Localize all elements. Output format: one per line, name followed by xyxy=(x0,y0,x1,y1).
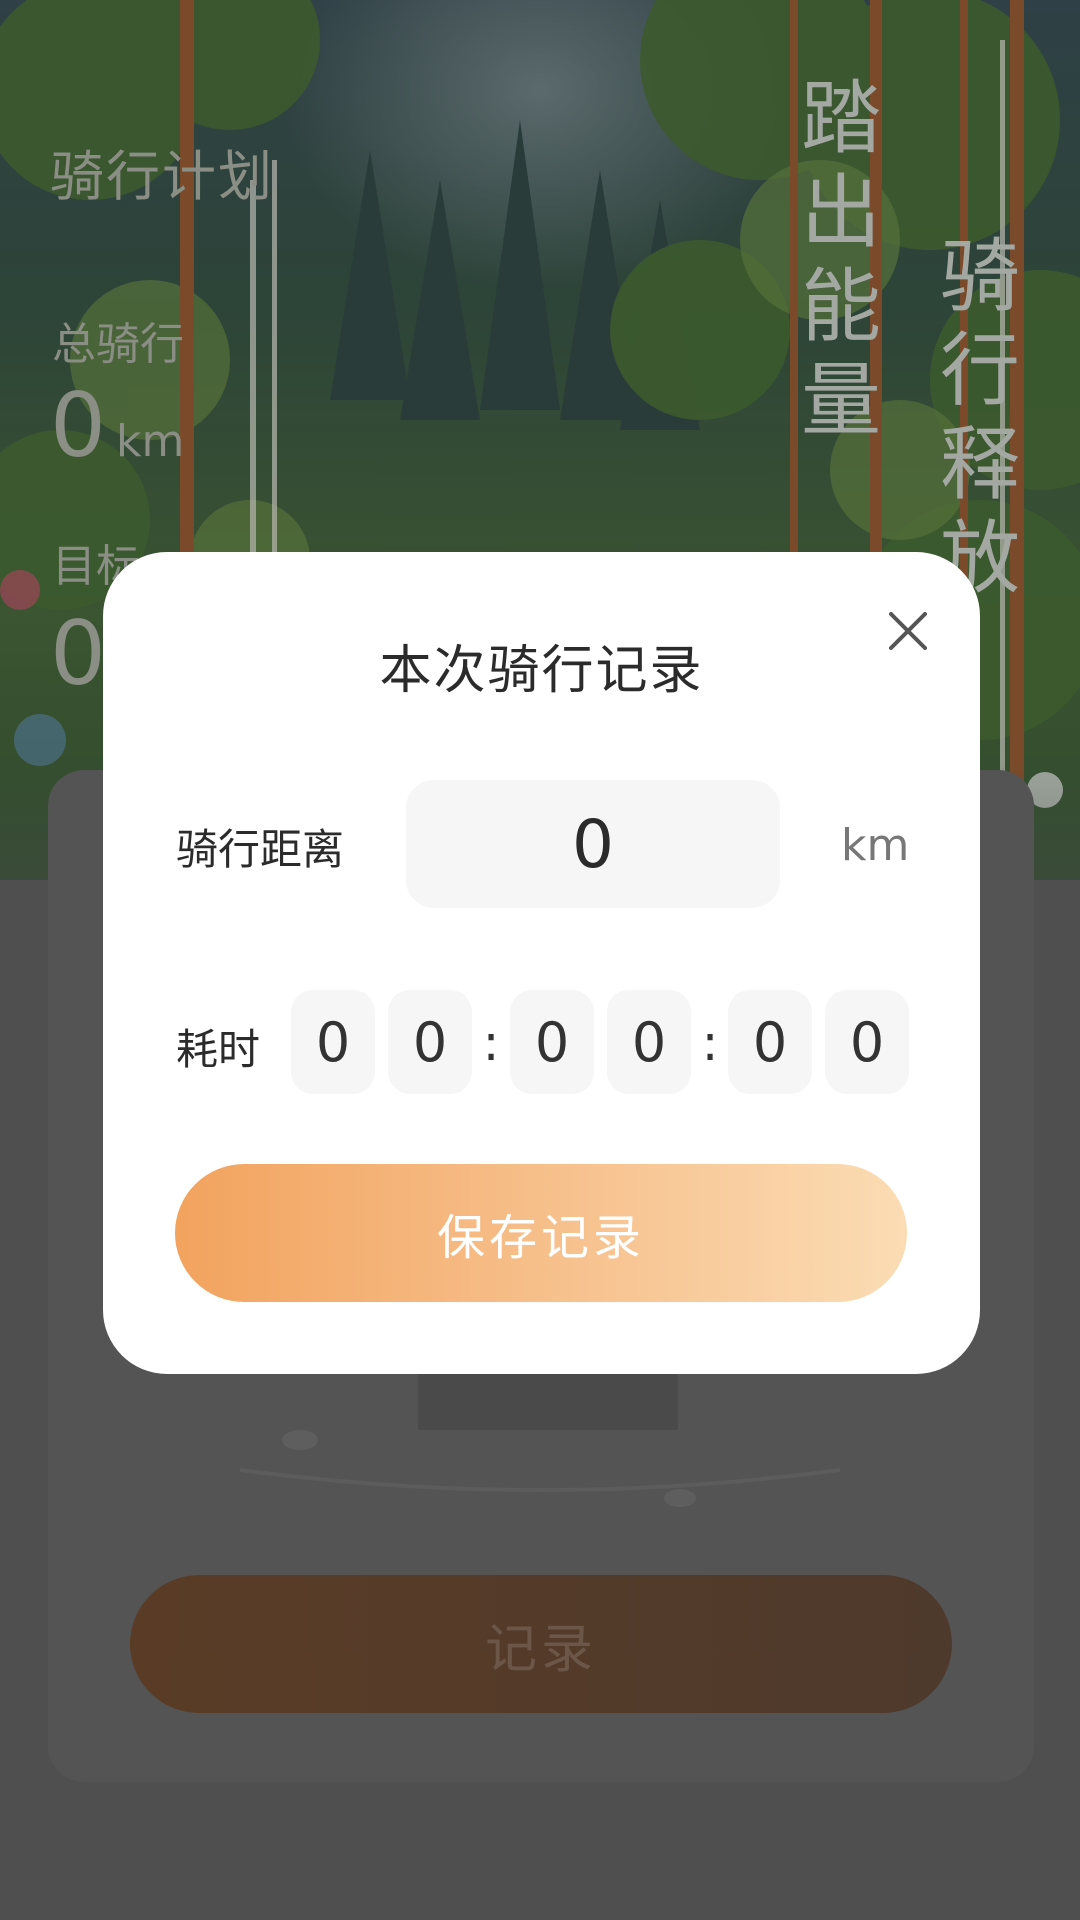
close-icon[interactable] xyxy=(881,604,935,658)
total-riding-unit: km xyxy=(116,416,185,467)
distance-label: 骑行距离 xyxy=(176,825,345,874)
minute-tens-digit[interactable] xyxy=(510,990,594,1094)
ride-record-dialog: 本次骑行记录 骑行距离 km 耗时 : : 保存记录 xyxy=(103,552,980,1374)
slogan-line-2: 骑行释放 xyxy=(940,230,1020,605)
save-record-button[interactable]: 保存记录 xyxy=(175,1164,907,1302)
total-riding-value: 0 xyxy=(50,374,106,477)
target-value: 0 xyxy=(50,602,106,705)
bicycle-stand-illustration xyxy=(240,1360,840,1507)
plan-title: 骑行计划 xyxy=(50,145,274,208)
distance-input[interactable] xyxy=(406,780,780,908)
total-riding-label: 总骑行 xyxy=(52,319,184,370)
hour-tens-digit[interactable] xyxy=(291,990,375,1094)
minute-ones-digit[interactable] xyxy=(607,990,691,1094)
second-tens-digit[interactable] xyxy=(728,990,812,1094)
record-button: 记录 xyxy=(130,1575,952,1713)
slogan-line-1: 踏出能量 xyxy=(801,72,881,447)
distance-unit: km xyxy=(841,820,910,871)
time-separator: : xyxy=(701,1014,719,1072)
hour-ones-digit[interactable] xyxy=(388,990,472,1094)
dialog-title: 本次骑行记录 xyxy=(379,641,704,701)
duration-label: 耗时 xyxy=(176,1025,261,1074)
second-ones-digit[interactable] xyxy=(825,990,909,1094)
time-separator: : xyxy=(482,1014,500,1072)
